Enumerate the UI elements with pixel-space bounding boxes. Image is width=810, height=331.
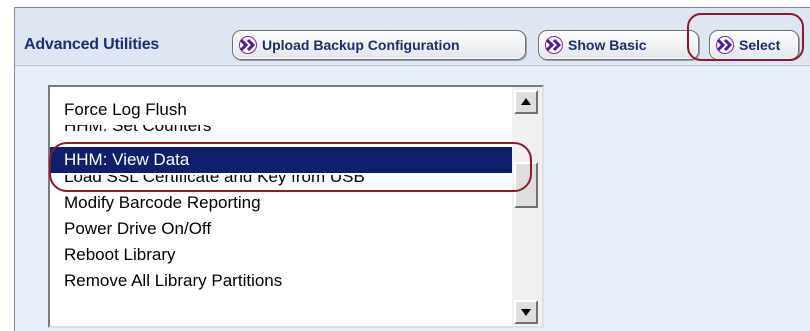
- double-chevron-right-icon: [545, 36, 563, 54]
- list-item[interactable]: Force Log Flush: [50, 97, 512, 123]
- scroll-up-button[interactable]: [514, 90, 538, 114]
- utilities-list: Force Log Flush HHM: Set Counters HHM: V…: [50, 87, 512, 326]
- triangle-down-icon: [521, 309, 531, 316]
- vertical-scrollbar[interactable]: [512, 87, 542, 326]
- list-item-label: Power Drive On/Off: [64, 219, 212, 238]
- upload-backup-configuration-label: Upload Backup Configuration: [262, 37, 460, 53]
- utilities-listbox[interactable]: Force Log Flush HHM: Set Counters HHM: V…: [48, 85, 544, 328]
- list-item-label: HHM: Set Counters: [64, 125, 212, 135]
- list-item-label: Modify Barcode Reporting: [64, 193, 261, 212]
- selected-row-highlight-ring: [49, 142, 532, 192]
- list-item[interactable]: Remove All Library Partitions: [50, 268, 512, 294]
- panel-title: Advanced Utilities: [24, 36, 160, 53]
- header-divider: [15, 65, 810, 66]
- list-item[interactable]: HHM: Set Counters: [50, 125, 512, 139]
- show-basic-button[interactable]: Show Basic: [538, 30, 699, 60]
- list-item[interactable]: Reboot Library: [50, 242, 512, 268]
- list-item-label: Remove All Library Partitions: [64, 271, 283, 290]
- show-basic-label: Show Basic: [568, 37, 647, 53]
- list-item-label: Force Log Flush: [64, 100, 187, 119]
- list-item[interactable]: Modify Barcode Reporting: [50, 190, 512, 216]
- list-item[interactable]: Power Drive On/Off: [50, 216, 512, 242]
- scroll-down-button[interactable]: [514, 300, 538, 324]
- list-item-label: Reboot Library: [64, 245, 176, 264]
- upload-backup-configuration-button[interactable]: Upload Backup Configuration: [232, 30, 526, 60]
- triangle-up-icon: [521, 98, 531, 105]
- double-chevron-right-icon: [239, 36, 257, 54]
- select-button-highlight-ring: [687, 13, 804, 61]
